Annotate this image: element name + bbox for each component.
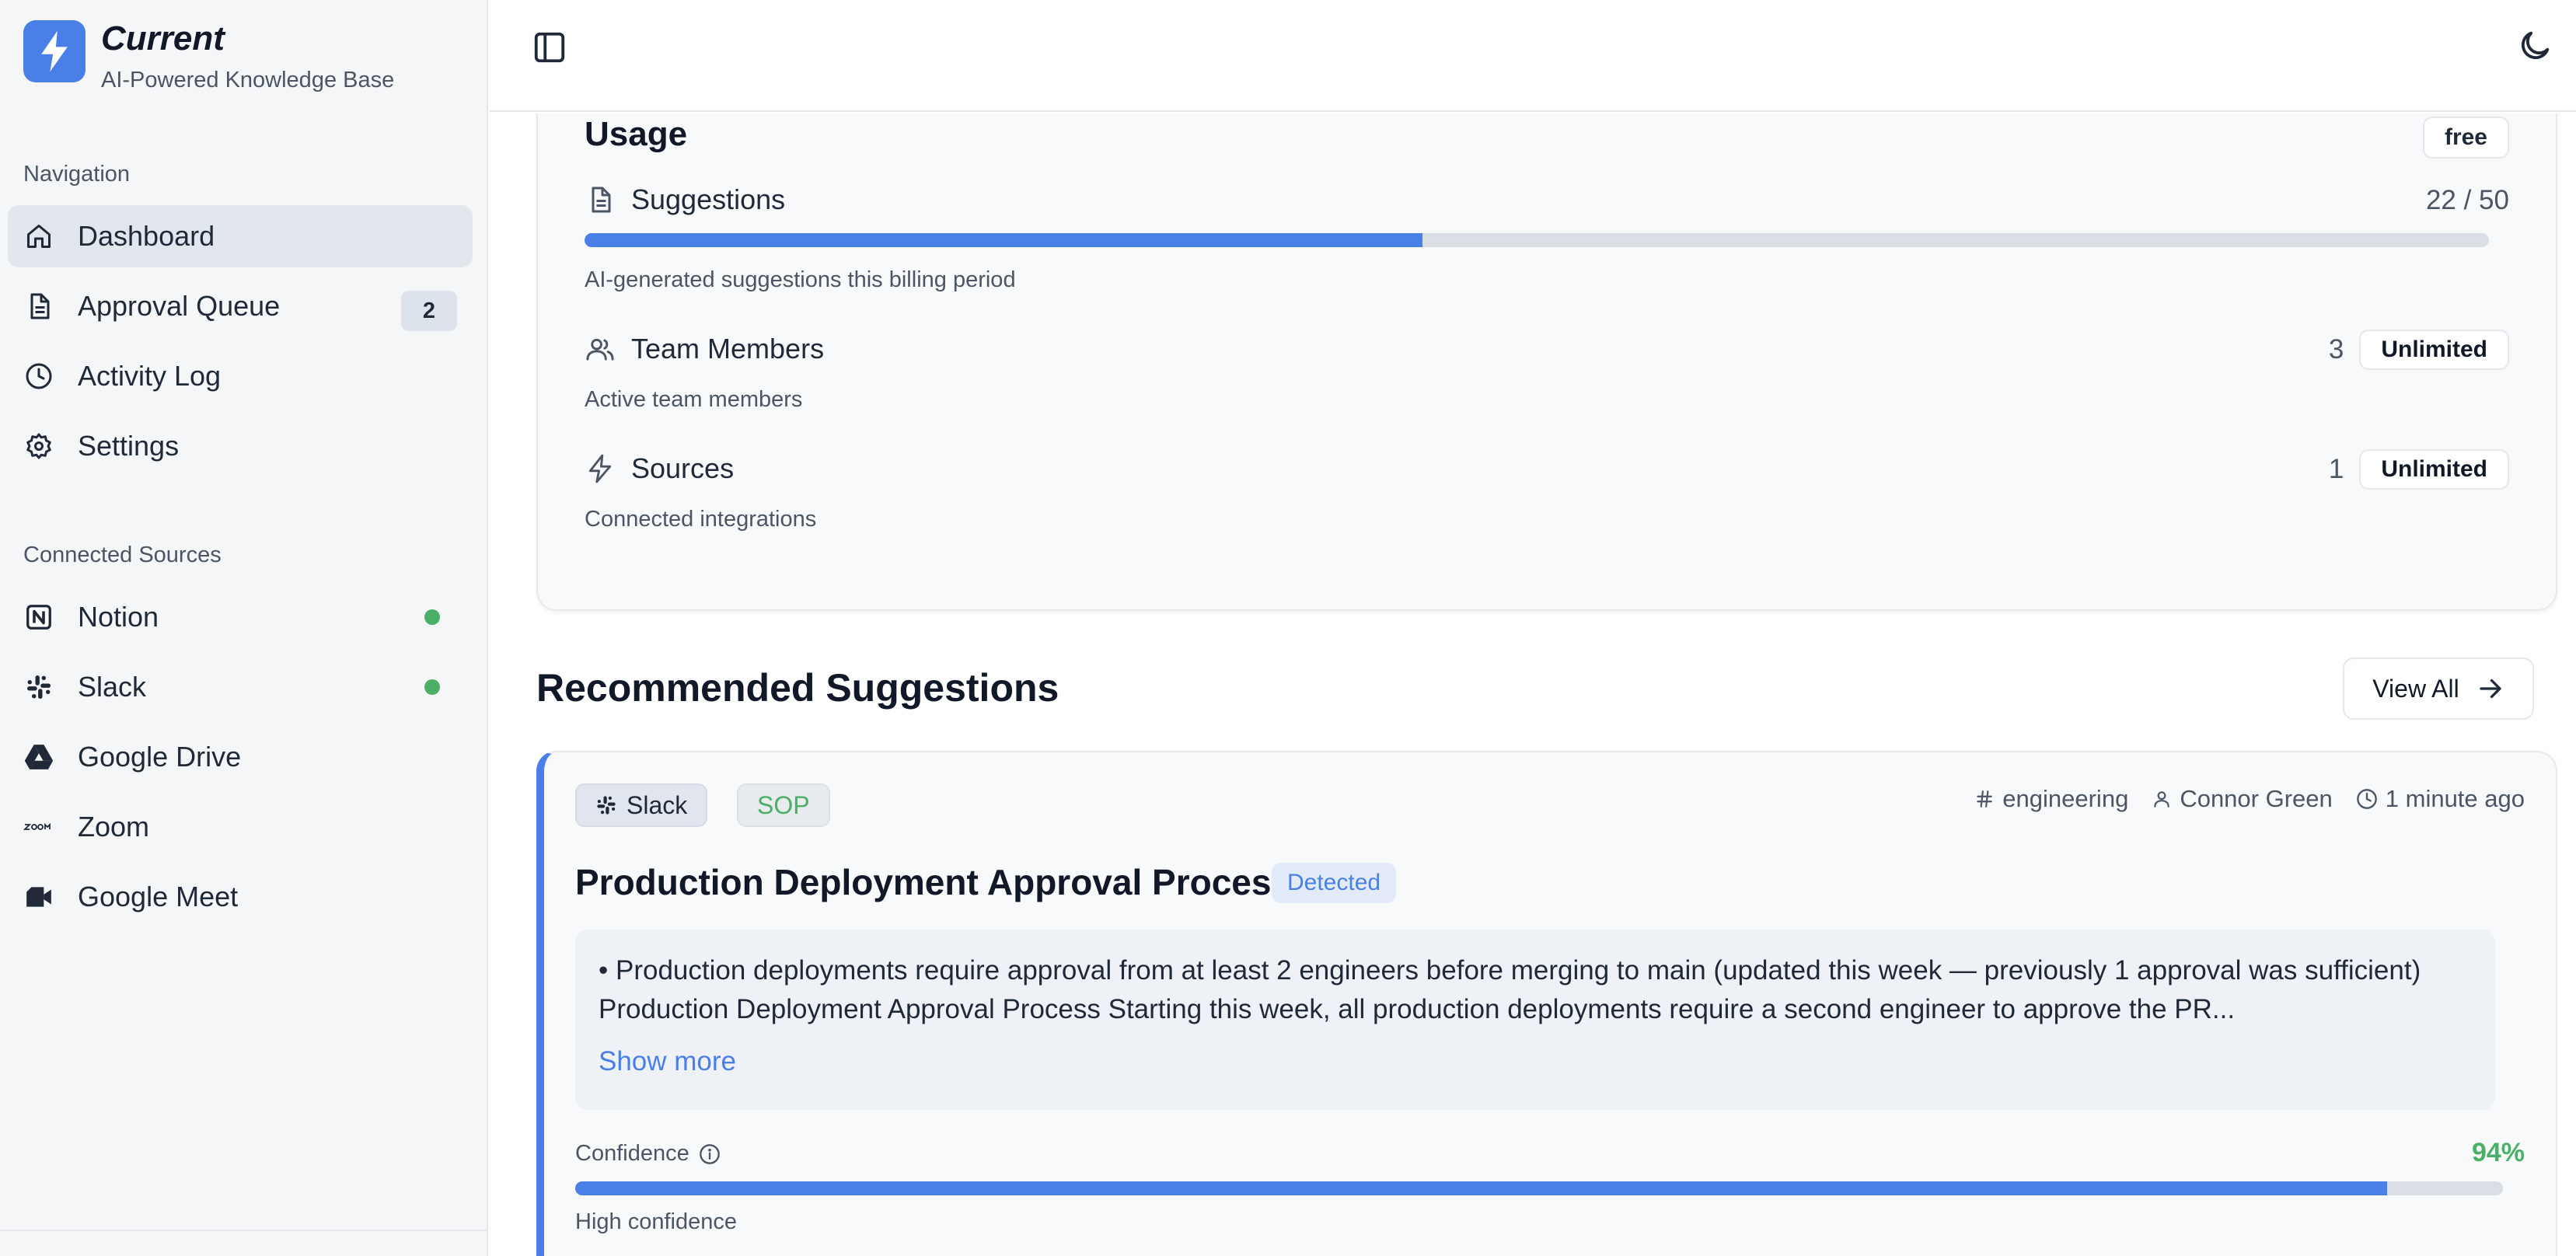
status-badge: Detected [1272, 863, 1397, 903]
notion-icon [23, 602, 54, 633]
usage-title: Usage [585, 115, 688, 153]
suggestion-meta: engineering Connor Green 1 minute ago [1951, 785, 2525, 813]
confidence-label: Confidence [575, 1141, 721, 1167]
team-count: 3 [2328, 334, 2344, 365]
sidebar-item-label: Google Drive [78, 741, 242, 773]
sidebar-item-label: Approval Queue [78, 290, 281, 322]
info-icon[interactable] [699, 1143, 721, 1165]
sidebar-item-label: Dashboard [78, 220, 215, 252]
sidebar-item-label: Settings [78, 430, 180, 462]
confidence-level: High confidence [575, 1209, 737, 1234]
confidence-value: 94% [2471, 1138, 2525, 1167]
suggestions-progress-fill [585, 233, 1422, 247]
hash-icon [1977, 790, 1993, 808]
suggestion-excerpt: • Production deployments require approva… [575, 930, 2495, 1110]
slack-icon [595, 794, 617, 816]
plan-badge: free [2422, 117, 2509, 159]
document-icon [23, 291, 54, 322]
team-limit-badge: Unlimited [2359, 330, 2509, 370]
home-icon [23, 221, 54, 252]
connected-status-dot [424, 679, 440, 695]
google-meet-icon [23, 881, 54, 912]
recommended-title: Recommended Suggestions [536, 666, 1059, 710]
sidebar-item-activity-log[interactable]: Activity Log [8, 345, 473, 407]
clock-icon [2356, 789, 2377, 809]
confidence-fill [575, 1181, 2388, 1195]
sidebar-item-zoom[interactable]: Zoom [8, 796, 473, 858]
suggestions-count: 22 / 50 [2425, 185, 2509, 215]
usage-card: Usage free Suggestions 22 / 50 AI-genera… [536, 113, 2557, 611]
sidebar-item-settings[interactable]: Settings [8, 415, 473, 477]
brand-tagline: AI-Powered Knowledge Base [101, 68, 395, 92]
sidebar-item-label: Zoom [78, 811, 150, 843]
author-meta: Connor Green [2152, 785, 2333, 813]
slack-icon [23, 672, 54, 703]
usage-team-label: Team Members [585, 333, 824, 365]
nav-heading: Navigation [23, 162, 131, 187]
user-icon [2154, 791, 2170, 808]
sidebar-item-label: Google Meet [78, 881, 239, 912]
sources-heading: Connected Sources [23, 543, 222, 567]
suggestions-description: AI-generated suggestions this billing pe… [585, 267, 1016, 292]
sources-description: Connected integrations [585, 507, 817, 532]
connected-status-dot [424, 609, 440, 625]
sidebar-item-notion[interactable]: Notion [8, 586, 473, 648]
view-all-button[interactable]: View All [2343, 658, 2534, 720]
sidebar-item-label: Activity Log [78, 360, 222, 392]
sources-count: 1 [2328, 454, 2344, 484]
gear-icon [23, 431, 54, 462]
sidebar-item-slack[interactable]: Slack [8, 656, 473, 718]
google-drive-icon [23, 741, 54, 773]
sidebar-toggle-icon[interactable] [532, 30, 567, 65]
top-bar [490, 0, 2576, 112]
confidence-bar [575, 1181, 2503, 1195]
sidebar-item-approval-queue[interactable]: Approval Queue 2 [8, 275, 473, 337]
team-description: Active team members [585, 387, 803, 412]
lightning-logo-icon [23, 20, 86, 82]
clock-icon [23, 361, 54, 392]
brand-name: Current [101, 19, 225, 58]
show-more-link[interactable]: Show more [599, 1046, 736, 1077]
sidebar-item-dashboard[interactable]: Dashboard [8, 205, 473, 267]
excerpt-text: • Production deployments require approva… [599, 955, 2421, 1024]
channel-meta: engineering [1974, 785, 2128, 813]
time-meta: 1 minute ago [2356, 785, 2525, 813]
sidebar-footer-divider [0, 1230, 488, 1231]
brand[interactable]: Current AI-Powered Knowledge Base [23, 20, 394, 93]
users-icon [585, 333, 616, 365]
moon-icon[interactable] [2517, 28, 2553, 64]
sidebar-item-google-drive[interactable]: Google Drive [8, 726, 473, 788]
type-chip: SOP [737, 783, 830, 827]
sidebar-item-google-meet[interactable]: Google Meet [8, 866, 473, 928]
sidebar: Current AI-Powered Knowledge Base Naviga… [0, 0, 488, 1256]
sources-limit-badge: Unlimited [2359, 449, 2509, 490]
sidebar-item-label: Notion [78, 601, 159, 633]
suggestion-card[interactable]: Slack SOP engineering Connor Green 1 min… [536, 751, 2557, 1256]
document-icon [585, 184, 616, 215]
zoom-icon [23, 811, 54, 843]
main-content: Usage free Suggestions 22 / 50 AI-genera… [490, 113, 2576, 1256]
source-chip: Slack [575, 783, 708, 827]
usage-suggestions-label: Suggestions [585, 183, 785, 216]
usage-sources-label: Sources [585, 452, 734, 485]
suggestions-progress-bar [585, 233, 2489, 247]
arrow-right-icon [2477, 675, 2504, 703]
suggestion-title[interactable]: Production Deployment Approval Process [575, 861, 1291, 903]
approval-count-badge: 2 [401, 291, 457, 331]
sidebar-item-label: Slack [78, 671, 147, 703]
lightning-icon [585, 453, 616, 484]
